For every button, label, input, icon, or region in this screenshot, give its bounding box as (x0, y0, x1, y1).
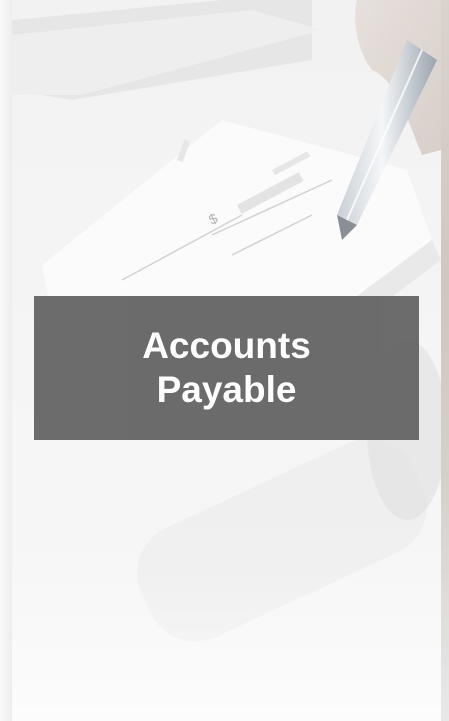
title-line-1: Accounts (142, 325, 311, 366)
title-banner: Accounts Payable (34, 296, 419, 440)
accounts-payable-tile[interactable]: $ Accounts Payable (0, 0, 449, 721)
left-edge (0, 0, 12, 721)
right-edge (441, 0, 449, 721)
title-line-2: Payable (156, 369, 297, 410)
